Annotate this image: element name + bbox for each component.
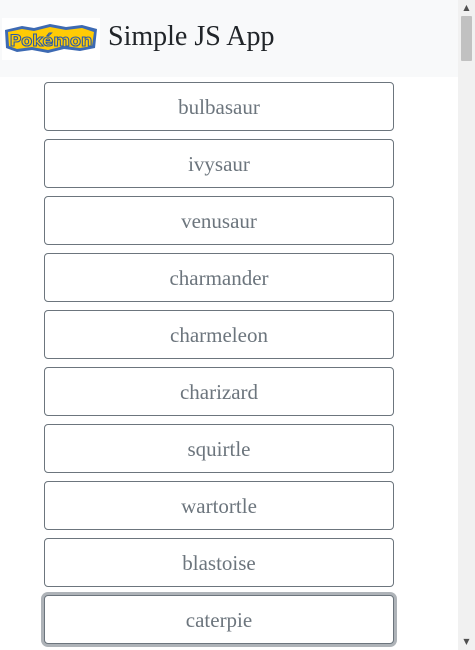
logo-text: Pokémon xyxy=(10,31,93,50)
pokemon-button[interactable]: squirtle xyxy=(44,424,394,473)
app-title: Simple JS App xyxy=(108,21,275,52)
list-item: charizard xyxy=(44,367,394,416)
pokemon-button[interactable]: caterpie xyxy=(44,595,394,644)
list-item: charmander xyxy=(44,253,394,302)
page: Pokémon Simple JS App bulbasaur ivysaur … xyxy=(0,0,458,650)
pokemon-button[interactable]: charmeleon xyxy=(44,310,394,359)
list-item: bulbasaur xyxy=(44,82,394,131)
pokemon-button[interactable]: charizard xyxy=(44,367,394,416)
list-item: venusaur xyxy=(44,196,394,245)
pokemon-button[interactable]: charmander xyxy=(44,253,394,302)
navbar: Pokémon Simple JS App xyxy=(0,0,458,77)
list-item: squirtle xyxy=(44,424,394,473)
pokemon-button[interactable]: bulbasaur xyxy=(44,82,394,131)
pokemon-button[interactable]: ivysaur xyxy=(44,139,394,188)
list-item: wartortle xyxy=(44,481,394,530)
browser-viewport: Pokémon Simple JS App bulbasaur ivysaur … xyxy=(0,0,475,650)
list-item: blastoise xyxy=(44,538,394,587)
scrollbar-thumb[interactable] xyxy=(461,16,472,61)
chevron-down-icon[interactable]: ▼ xyxy=(458,635,475,649)
pokemon-button[interactable]: blastoise xyxy=(44,538,394,587)
pokemon-button[interactable]: wartortle xyxy=(44,481,394,530)
pokemon-button[interactable]: venusaur xyxy=(44,196,394,245)
pokemon-logo[interactable]: Pokémon xyxy=(2,18,100,60)
pokemon-list: bulbasaur ivysaur venusaur charmander ch… xyxy=(44,82,394,650)
list-item: charmeleon xyxy=(44,310,394,359)
vertical-scrollbar[interactable]: ▲ ▼ xyxy=(458,0,475,650)
list-item: ivysaur xyxy=(44,139,394,188)
chevron-up-icon[interactable]: ▲ xyxy=(458,1,475,15)
list-item: caterpie xyxy=(44,595,394,644)
